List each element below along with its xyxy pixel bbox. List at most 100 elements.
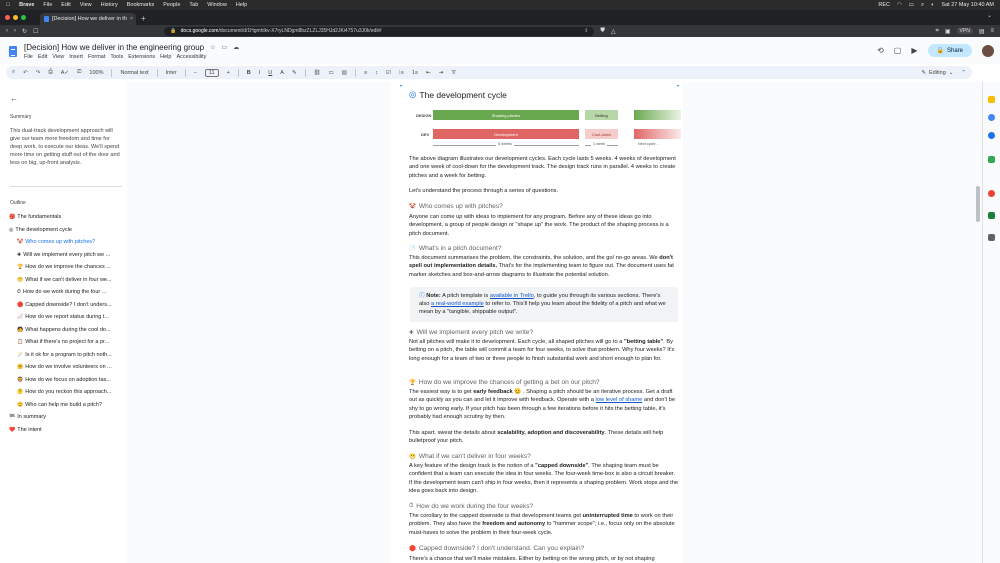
menubar-item-window[interactable]: Window bbox=[207, 2, 227, 8]
italic-icon[interactable]: I bbox=[259, 70, 261, 76]
paragraph[interactable]: This apart, sweat the details about scal… bbox=[409, 429, 679, 446]
menubar-datetime[interactable]: Sat 27 May 10:40 AM bbox=[941, 2, 994, 8]
menubar-app-name[interactable]: Brave bbox=[19, 2, 34, 8]
share-url-icon[interactable]: ⇪ bbox=[584, 28, 588, 34]
outline-item[interactable]: ❤️ The intent bbox=[0, 424, 127, 437]
outline-item[interactable]: 🦁 How do we focus on adoption tas... bbox=[0, 374, 127, 387]
search-icon[interactable]: ⌕ bbox=[921, 2, 924, 9]
outline-item[interactable]: 🤔 How do you reckon this approach... bbox=[0, 386, 127, 399]
paragraph[interactable]: Let's understand the process through a s… bbox=[409, 187, 679, 195]
outline-item[interactable]: 🏆 How do we improve the chances ... bbox=[0, 261, 127, 274]
margin-marker-icon[interactable]: ▾ bbox=[400, 83, 402, 88]
redo-icon[interactable]: ↷ bbox=[36, 70, 41, 76]
battery-icon[interactable]: ▭ bbox=[909, 2, 914, 8]
callout-note[interactable]: ⓘ Note: A pitch template is available in… bbox=[410, 287, 678, 322]
paragraph[interactable]: The above diagram illustrates our develo… bbox=[409, 155, 679, 180]
trello-link[interactable]: available in Trello bbox=[490, 293, 534, 299]
spellcheck-icon[interactable]: A✓ bbox=[61, 70, 69, 76]
bold-icon[interactable]: B bbox=[247, 70, 251, 76]
brave-rewards-icon[interactable]: △ bbox=[611, 28, 616, 35]
paragraph[interactable]: There's a chance that we'll make mistake… bbox=[409, 555, 679, 563]
share-button[interactable]: 🔒 Share bbox=[927, 44, 972, 57]
paragraph[interactable]: The easiest way is to get early feedback… bbox=[409, 388, 679, 422]
collapse-menus-icon[interactable]: ⌃ bbox=[961, 70, 966, 76]
clear-formatting-icon[interactable]: T̸ bbox=[451, 70, 454, 76]
docs-menu-tools[interactable]: Tools bbox=[110, 54, 123, 60]
outline-item[interactable]: 📈 How do we report status during t... bbox=[0, 311, 127, 324]
document-title[interactable]: [Decision] How we deliver in the enginee… bbox=[24, 43, 204, 52]
menubar-item-file[interactable]: File bbox=[43, 2, 52, 8]
menubar-item-view[interactable]: View bbox=[80, 2, 92, 8]
star-icon[interactable]: ☆ bbox=[210, 44, 215, 51]
subheading-text[interactable]: Capped downside? I don't understand. Can… bbox=[419, 545, 585, 552]
menubar-item-history[interactable]: History bbox=[101, 2, 118, 8]
style-select[interactable]: Normal text bbox=[120, 70, 148, 76]
download-addon-icon[interactable] bbox=[988, 212, 995, 219]
outline-item-active[interactable]: 🤡 Who comes up with pitches? bbox=[0, 236, 127, 249]
brave-shield-icon[interactable]: ⛊ bbox=[600, 28, 605, 35]
line-spacing-icon[interactable]: ↕ bbox=[375, 70, 378, 76]
wallet-icon[interactable]: ▤ bbox=[979, 28, 985, 35]
vertical-scrollbar[interactable] bbox=[976, 186, 980, 222]
outline-item[interactable]: 📋 What if there's no project for a pr... bbox=[0, 336, 127, 349]
underline-icon[interactable]: U bbox=[268, 70, 272, 76]
summary-text[interactable]: This dual-track development approach wil… bbox=[10, 127, 122, 167]
addon-icon[interactable] bbox=[988, 190, 995, 197]
numbered-list-icon[interactable]: 1≡ bbox=[412, 70, 418, 76]
outline-item[interactable]: 😬 What if we can't deliver in four we... bbox=[0, 274, 127, 287]
text-color-icon[interactable]: A bbox=[280, 70, 284, 76]
font-select[interactable]: Inter bbox=[166, 70, 177, 76]
subheading-text[interactable]: What's in a pitch document? bbox=[419, 245, 502, 252]
print-icon[interactable]: ⎙ bbox=[48, 69, 52, 76]
docs-menu-insert[interactable]: Insert bbox=[69, 54, 83, 60]
tab-search-icon[interactable]: ⌄ bbox=[987, 12, 992, 19]
docs-menu-extensions[interactable]: Extensions bbox=[128, 54, 155, 60]
outline-item[interactable]: 😊 Who can help me build a pitch? bbox=[0, 399, 127, 412]
outline-item[interactable]: 🤗 How do we involve volunteers on ... bbox=[0, 361, 127, 374]
paragraph[interactable]: The corollary to the capped downside is … bbox=[409, 512, 679, 537]
subheading-text[interactable]: What if we can't deliver in four weeks? bbox=[419, 453, 531, 460]
font-size-input[interactable]: 11 bbox=[204, 68, 219, 77]
paragraph[interactable]: Anyone can come up with ideas to impleme… bbox=[409, 213, 679, 238]
docs-menu-file[interactable]: File bbox=[24, 54, 33, 60]
move-folder-icon[interactable]: ▭ bbox=[222, 44, 228, 51]
address-bar[interactable]: 🔒 docs.google.com/document/d/1Hgmhlkv-X7… bbox=[164, 26, 595, 36]
outline-item[interactable]: 🛑 Capped downside? I don't unders... bbox=[0, 299, 127, 312]
vpn-button[interactable]: VPN bbox=[956, 28, 973, 34]
browser-menu-icon[interactable]: ≡ bbox=[990, 28, 994, 34]
sidebar-icon[interactable]: ▣ bbox=[945, 28, 951, 35]
paragraph[interactable]: Not all pitches will make it to developm… bbox=[409, 338, 679, 363]
highlight-icon[interactable]: ✎ bbox=[292, 70, 297, 76]
meet-icon[interactable]: ▶ bbox=[911, 46, 917, 55]
subheading-text[interactable]: How do we improve the chances of getting… bbox=[419, 379, 600, 386]
zoom-select[interactable]: 100% bbox=[89, 70, 103, 76]
contacts-icon[interactable] bbox=[988, 132, 995, 139]
subheading-text[interactable]: Will we implement every pitch we write? bbox=[417, 329, 534, 336]
paragraph[interactable]: This document summarises the problem, th… bbox=[409, 254, 679, 279]
tasks-icon[interactable] bbox=[988, 114, 995, 121]
apple-icon[interactable]:  bbox=[6, 2, 10, 8]
chevron-down-icon[interactable]: ⌄ bbox=[949, 70, 954, 76]
outline-item[interactable]: ◎ The development cycle bbox=[0, 224, 127, 237]
example-link[interactable]: a real-world example bbox=[431, 301, 484, 307]
menubar-item-help[interactable]: Help bbox=[236, 2, 247, 8]
insert-image-icon[interactable]: ▨ bbox=[342, 70, 347, 76]
menubar-item-people[interactable]: People bbox=[163, 2, 180, 8]
keep-icon[interactable] bbox=[988, 96, 995, 103]
undo-icon[interactable]: ↶ bbox=[23, 70, 28, 76]
addon-grid-icon[interactable] bbox=[988, 234, 995, 241]
docs-logo-icon[interactable] bbox=[9, 46, 17, 57]
paint-format-icon[interactable]: ⎚ bbox=[77, 69, 81, 76]
search-menus-icon[interactable]: ⌕ bbox=[12, 69, 15, 76]
add-comment-icon[interactable]: ▭ bbox=[329, 70, 334, 76]
paragraph[interactable]: A key feature of the design track is the… bbox=[409, 462, 679, 496]
increase-indent-icon[interactable]: ⇥ bbox=[439, 70, 444, 76]
development-cycle-diagram[interactable]: DESIGN DEV Shaping pitches Betting Devel… bbox=[409, 109, 681, 151]
maps-icon[interactable] bbox=[988, 156, 995, 163]
margin-marker-icon[interactable]: ▾ bbox=[677, 83, 679, 88]
bulleted-list-icon[interactable]: ⁝≡ bbox=[399, 70, 404, 76]
editing-mode-select[interactable]: Editing bbox=[929, 70, 946, 76]
decrease-font-icon[interactable]: − bbox=[194, 70, 197, 76]
checklist-icon[interactable]: ☑ bbox=[386, 70, 391, 76]
minimize-window-button[interactable] bbox=[13, 15, 18, 20]
